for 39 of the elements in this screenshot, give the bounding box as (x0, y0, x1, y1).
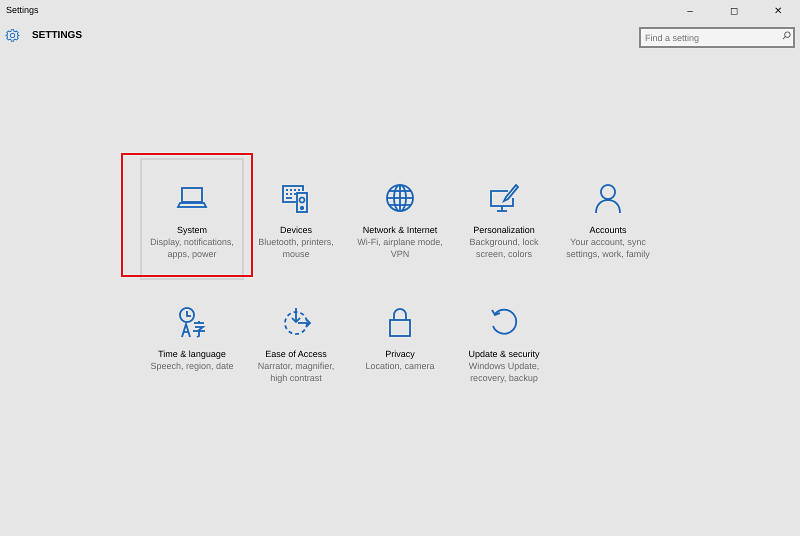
tile-description: Location, camera (364, 360, 436, 372)
tile-description: Wi-Fi, airplane mode, VPN (356, 236, 444, 260)
tile-description: Your account, sync settings, work, family (565, 236, 651, 260)
settings-tile[interactable]: Accounts Your account, sync settings, work, family (556, 158, 660, 280)
window-title: Settings (6, 4, 39, 18)
search-icon[interactable] (782, 30, 791, 40)
tile-title: Update & security (467, 348, 541, 360)
tile-description: Display, notifications, apps, power (149, 236, 235, 260)
tile-title: Ease of Access (264, 348, 328, 360)
settings-tile[interactable]: Privacy Location, camera (348, 282, 452, 404)
settings-tile[interactable]: Ease of Access Narrator, magnifier, high contrast (244, 282, 348, 404)
settings-tile[interactable]: Time & language Speech, region, date (140, 282, 244, 404)
tile-title: System (176, 224, 208, 236)
tile-description: Windows Update, recovery, backup (468, 360, 540, 384)
restore-button[interactable]: ◻ (712, 0, 756, 22)
globe-icon (384, 182, 416, 214)
search-field[interactable]: Find a setting (639, 27, 795, 48)
clock-language-icon (176, 306, 208, 338)
tile-description: Speech, region, date (149, 360, 235, 372)
settings-tile[interactable]: Update & security Windows Update, recovery, backup (452, 282, 556, 404)
page-title: SETTINGS (32, 28, 82, 42)
tile-description: Background, lock screen, colors (468, 236, 540, 260)
tile-description: Bluetooth, printers, mouse (257, 236, 335, 260)
tile-title: Network & Internet (362, 224, 438, 236)
tile-title: Time & language (157, 348, 227, 360)
person-icon (592, 182, 624, 214)
tile-title: Accounts (588, 224, 628, 236)
settings-tile[interactable]: Personalization Background, lock screen, colors (452, 158, 556, 280)
close-button[interactable]: ✕ (756, 0, 800, 22)
minimize-button[interactable]: – (668, 0, 712, 22)
settings-tile[interactable]: Network & Internet Wi-Fi, airplane mode, VPN (348, 158, 452, 280)
tile-title: Personalization (472, 224, 536, 236)
settings-tile[interactable]: System Display, notifications, apps, power (140, 158, 244, 280)
monitor-brush-icon (488, 182, 520, 214)
tile-description: Narrator, magnifier, high contrast (256, 360, 336, 384)
tile-title: Privacy (384, 348, 416, 360)
tile-title: Devices (278, 224, 313, 236)
settings-tile[interactable]: Devices Bluetooth, printers, mouse (244, 158, 348, 280)
settings-icon (5, 28, 20, 42)
